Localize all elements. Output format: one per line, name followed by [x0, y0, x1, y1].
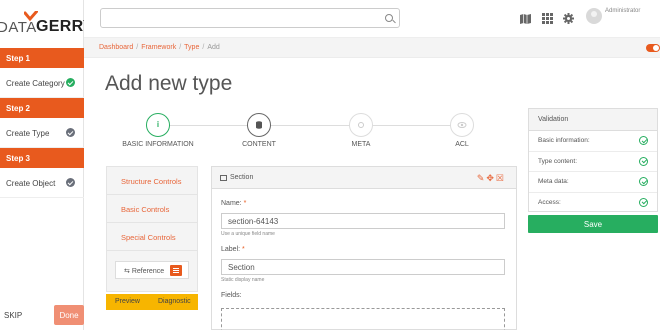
page-title: Add new type	[105, 72, 233, 95]
preview-diagnostic-bar: Preview Diagnostic	[106, 294, 198, 310]
name-label-text: Name:	[221, 200, 242, 207]
validation-row: Meta data:	[529, 172, 657, 193]
section-header: Section ✎✥☒	[212, 167, 516, 189]
required-mark: *	[242, 246, 245, 253]
gear-icon[interactable]	[563, 13, 574, 24]
wizard-progress-line	[160, 125, 460, 126]
validation-label: Basic information:	[538, 137, 590, 144]
breadcrumb-type[interactable]: Type	[184, 44, 199, 51]
edit-icon[interactable]: ✎	[477, 173, 487, 183]
special-controls-tab[interactable]: Special Controls	[107, 223, 197, 251]
reference-label: ⇆ Reference	[124, 268, 165, 275]
wizard-step-acl[interactable]	[450, 113, 474, 137]
preview-tab[interactable]: Preview	[115, 298, 140, 305]
name-label: Name: *	[221, 200, 246, 207]
step-3-header: Step 3	[0, 148, 84, 168]
structure-controls-tab[interactable]: Structure Controls	[107, 167, 197, 195]
basic-controls-tab[interactable]: Basic Controls	[107, 195, 197, 223]
validation-title: Validation	[529, 109, 657, 131]
label-label: Label: *	[221, 246, 245, 253]
name-help: Use a unique field name	[221, 231, 275, 237]
breadcrumb: Dashboard / Framework / Type / Add	[99, 44, 220, 51]
section-panel: Section ✎✥☒ Name: * section-64143 Use a …	[211, 166, 517, 330]
section-title: Section	[230, 174, 254, 181]
validation-panel: Validation Basic information: Type conte…	[528, 108, 658, 212]
step-3-item[interactable]: Create Object	[0, 168, 84, 198]
avatar[interactable]	[586, 8, 602, 24]
wizard-step-basic-information[interactable]: i	[146, 113, 170, 137]
skip-button[interactable]: SKIP	[4, 311, 22, 320]
acl-icon	[457, 122, 467, 128]
label-label-text: Label:	[221, 246, 241, 253]
validation-row: Access:	[529, 193, 657, 214]
delete-icon[interactable]: ☒	[496, 173, 506, 183]
logo-text-data: DATA	[0, 19, 37, 36]
reference-text: Reference	[131, 268, 165, 275]
grid-icon[interactable]	[542, 13, 553, 24]
sidebar: DATA GERRY Step 1 Create Category Step 2…	[0, 0, 94, 330]
reference-control[interactable]: ⇆ Reference	[115, 261, 189, 279]
wizard-label-content: CONTENT	[242, 141, 276, 148]
wizard-step-content[interactable]	[247, 113, 271, 137]
search-icon[interactable]	[385, 14, 393, 22]
step-1-item[interactable]: Create Category	[0, 68, 84, 98]
menu-icon[interactable]	[170, 265, 182, 276]
wizard-step-meta[interactable]	[349, 113, 373, 137]
validation-label: Access:	[538, 198, 561, 206]
info-icon: i	[156, 120, 160, 129]
step-label: Create Object	[6, 179, 56, 188]
fields-label: Fields:	[221, 292, 242, 299]
meta-icon	[358, 122, 364, 128]
step-label: Create Type	[6, 129, 50, 138]
move-icon[interactable]: ✥	[486, 173, 496, 183]
database-icon	[256, 121, 262, 129]
wizard-label-acl: ACL	[455, 141, 469, 148]
section-grid-icon	[220, 175, 227, 181]
done-button[interactable]: Done	[54, 305, 84, 325]
check-circle-icon	[66, 78, 75, 87]
wizard-label-meta: META	[351, 141, 371, 148]
step-2-item[interactable]: Create Type	[0, 118, 84, 148]
map-icon[interactable]	[520, 13, 531, 24]
section-actions: ✎✥☒	[477, 173, 506, 184]
datagerry-logo[interactable]: DATA GERRY	[0, 10, 94, 40]
validation-label: Type content:	[538, 157, 578, 165]
fields-dropzone[interactable]	[221, 308, 505, 330]
breadcrumb-framework[interactable]: Framework	[141, 44, 176, 51]
label-help: Static display name	[221, 277, 265, 283]
required-mark: *	[243, 200, 247, 207]
breadcrumb-bar: Dashboard / Framework / Type / Add	[84, 38, 660, 58]
step-1-header: Step 1	[0, 48, 84, 68]
check-circle-icon	[66, 128, 75, 137]
breadcrumb-current: Add	[207, 44, 220, 51]
save-button[interactable]: Save	[528, 215, 658, 233]
validation-row: Type content:	[529, 152, 657, 172]
check-icon	[639, 156, 648, 166]
diagnostic-tab[interactable]: Diagnostic	[158, 298, 191, 305]
search-input[interactable]	[100, 8, 400, 28]
breadcrumb-dashboard[interactable]: Dashboard	[99, 44, 133, 51]
name-input[interactable]: section-64143	[221, 213, 505, 229]
validation-row: Basic information:	[529, 131, 657, 152]
check-icon	[639, 177, 648, 186]
wizard-label-basic-information: BASIC INFORMATION	[122, 141, 194, 148]
validation-label: Meta data:	[538, 178, 569, 185]
sidebar-toggle[interactable]	[646, 44, 660, 52]
step-2-header: Step 2	[0, 98, 84, 118]
step-label: Create Category	[6, 79, 65, 88]
check-icon	[639, 136, 648, 145]
check-circle-icon	[66, 178, 75, 187]
label-input[interactable]: Section	[221, 259, 505, 275]
controls-panel: Structure Controls Basic Controls Specia…	[106, 166, 198, 292]
check-icon	[639, 197, 648, 207]
user-name[interactable]: Administrator	[605, 8, 640, 14]
topbar: Administrator	[84, 0, 660, 38]
